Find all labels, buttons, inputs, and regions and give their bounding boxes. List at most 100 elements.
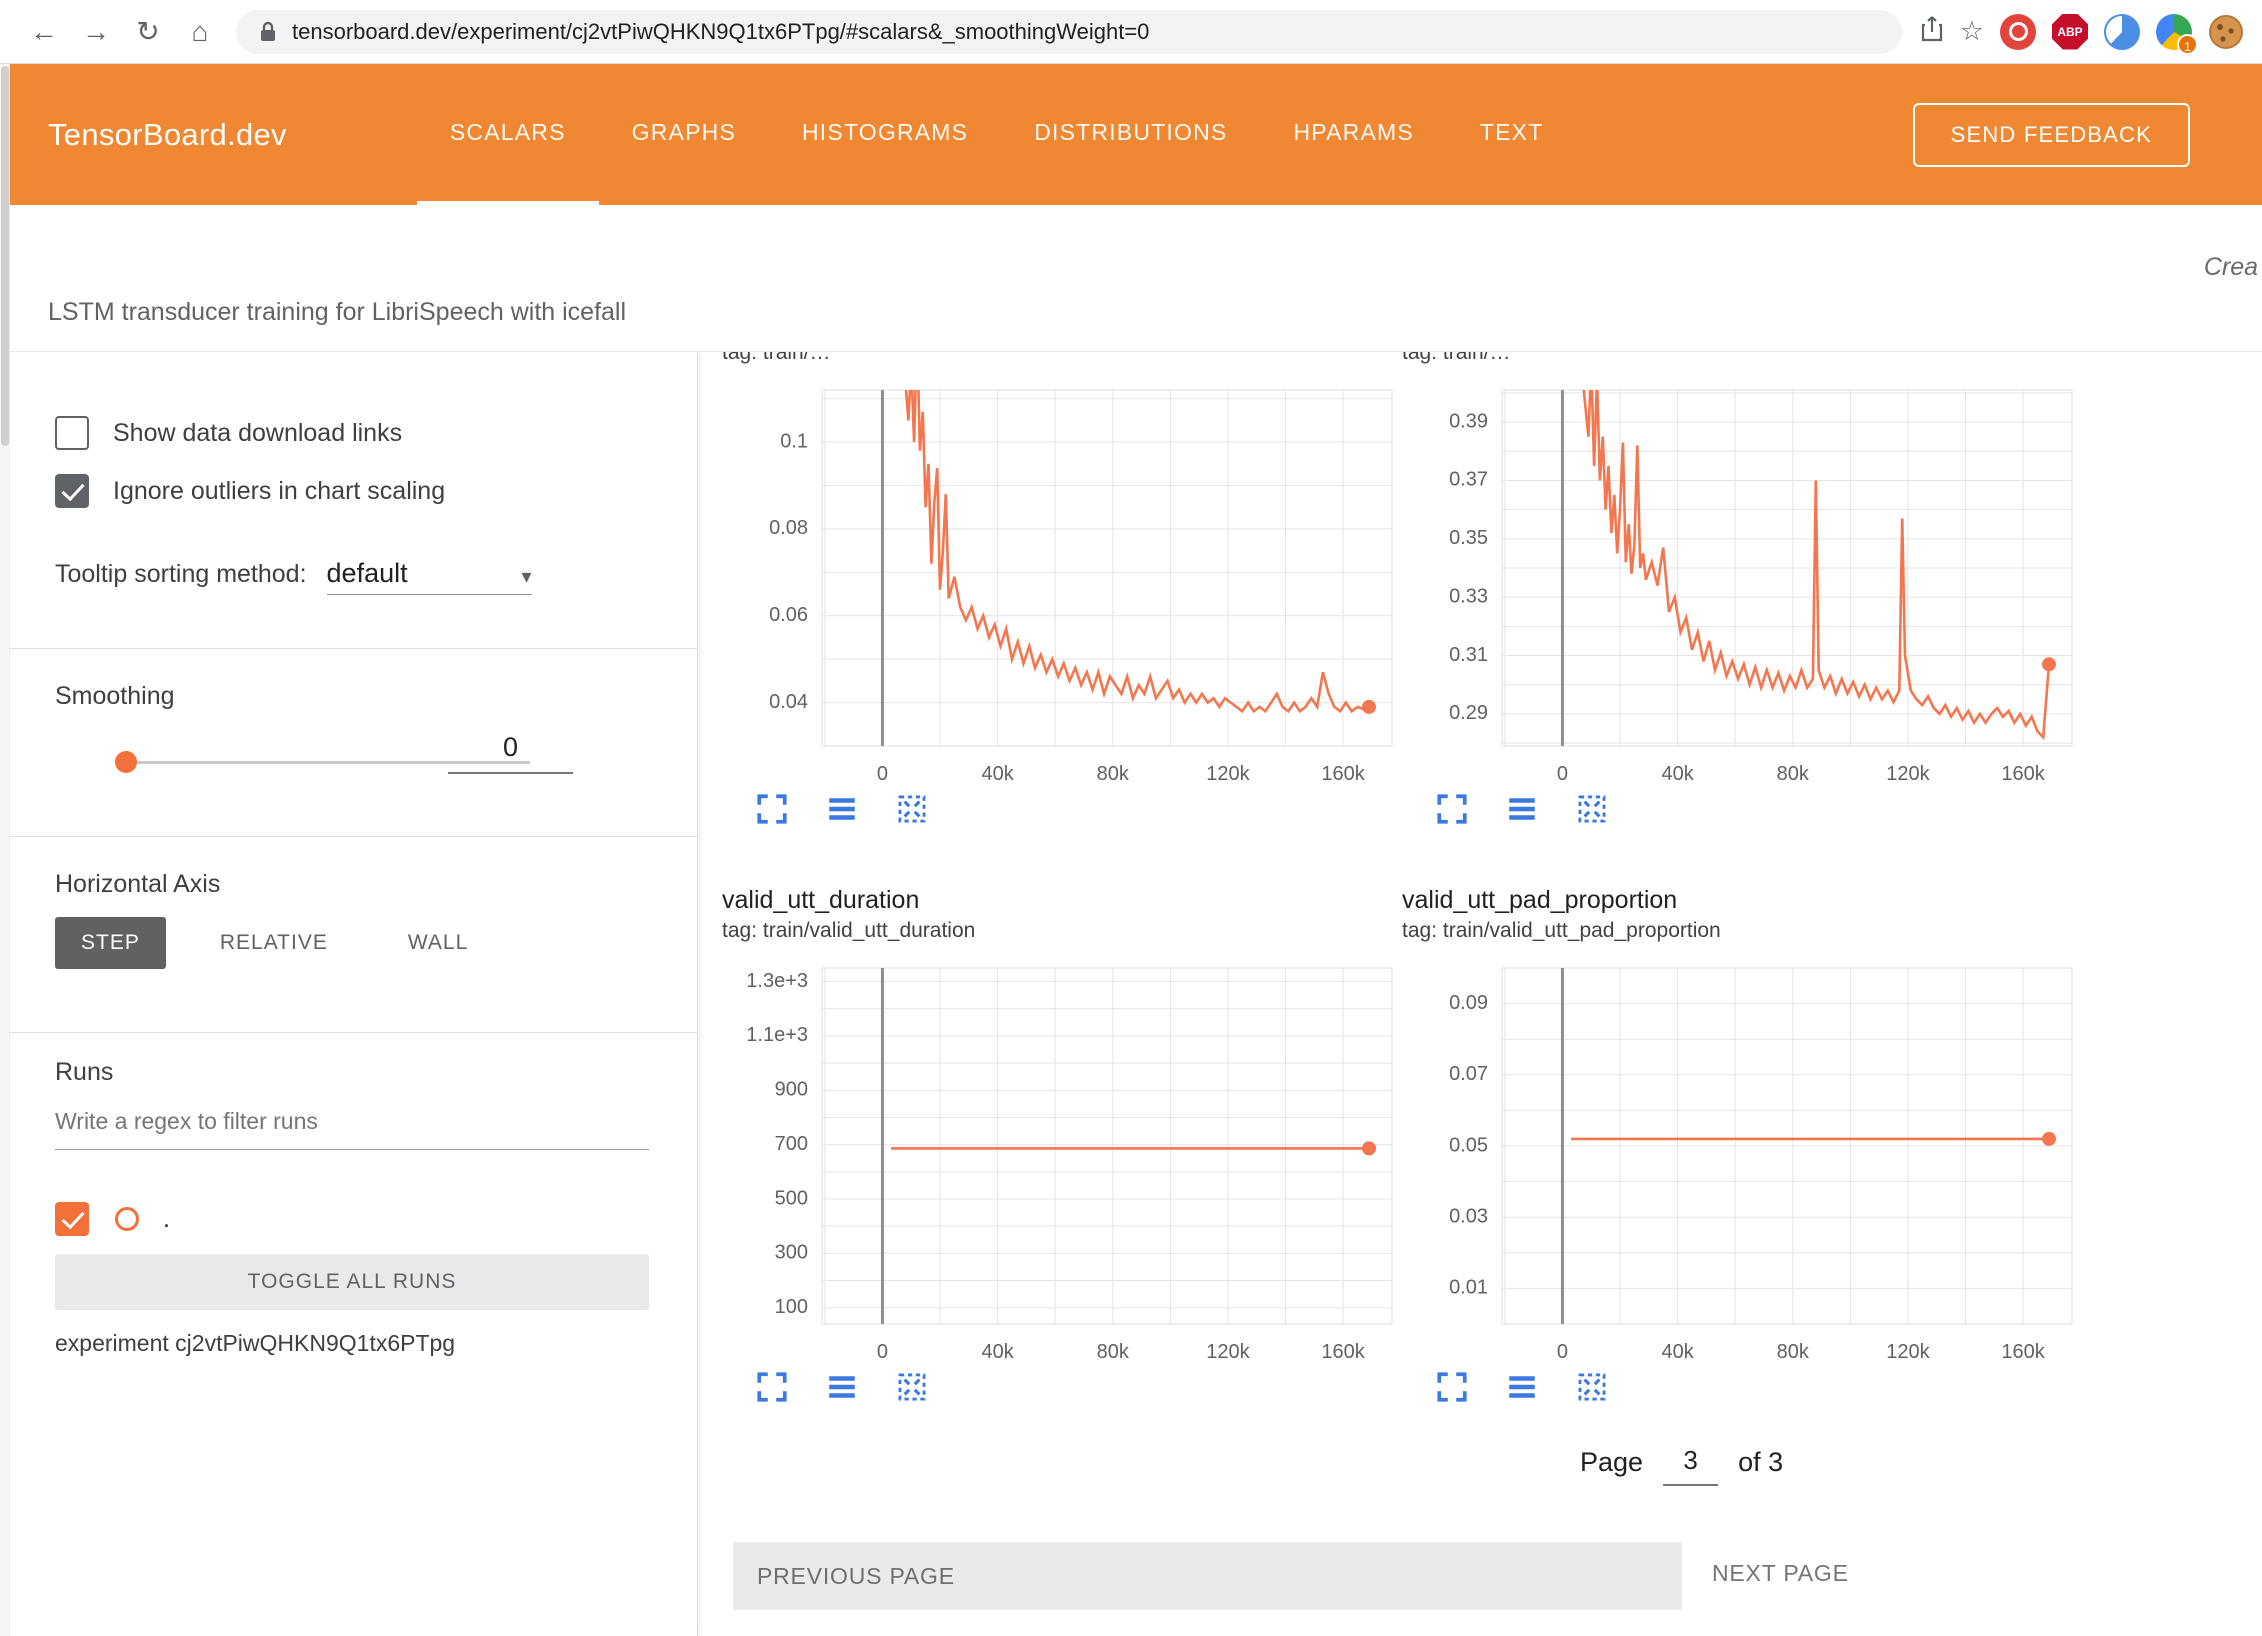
- run-checkbox[interactable]: [55, 1202, 89, 1236]
- line-chart[interactable]: 0.290.310.330.350.370.39040k80k120k160k: [1402, 370, 2092, 788]
- fit-domain-icon: [1575, 792, 1609, 826]
- svg-text:300: 300: [775, 1242, 808, 1264]
- svg-text:700: 700: [775, 1133, 808, 1155]
- fullscreen-button[interactable]: [755, 792, 789, 826]
- toggle-all-runs-row: TOGGLE ALL RUNS: [55, 1254, 649, 1310]
- smoothing-slider-thumb[interactable]: [115, 751, 137, 773]
- line-chart[interactable]: 0.010.030.050.070.09040k80k120k160k: [1402, 948, 2092, 1366]
- nav-tabs: SCALARS GRAPHS HISTOGRAMS DISTRIBUTIONS …: [417, 64, 1577, 205]
- chart-title: valid_utt_duration: [722, 884, 1412, 916]
- svg-text:80k: 80k: [1777, 763, 1810, 785]
- data-series-button[interactable]: [825, 792, 859, 826]
- svg-text:80k: 80k: [1777, 1341, 1810, 1363]
- extension-abp-icon[interactable]: ABP: [2052, 14, 2088, 50]
- chart-title: valid_utt_pad_proportion: [1402, 884, 2092, 916]
- fullscreen-button[interactable]: [1435, 792, 1469, 826]
- fit-domain-button[interactable]: [895, 792, 929, 826]
- tooltip-sorting-dropdown[interactable]: default ▾: [327, 558, 532, 595]
- line-chart[interactable]: 1003005007009001.1e+31.3e+3040k80k120k16…: [722, 948, 1412, 1366]
- tab-histograms[interactable]: HISTOGRAMS: [769, 64, 1001, 205]
- previous-page-button[interactable]: PREVIOUS PAGE: [733, 1542, 1682, 1610]
- scrollbar-thumb[interactable]: [1, 66, 9, 446]
- svg-text:40k: 40k: [1661, 763, 1694, 785]
- chart-toolbar: [1435, 792, 2092, 826]
- tab-distributions[interactable]: DISTRIBUTIONS: [1001, 64, 1260, 205]
- fit-domain-button[interactable]: [895, 1370, 929, 1404]
- ignore-outliers-label: Ignore outliers in chart scaling: [113, 477, 445, 506]
- data-series-button[interactable]: [1505, 792, 1539, 826]
- chart-tag: tag: train/…: [722, 352, 1412, 368]
- fit-domain-button[interactable]: [1575, 792, 1609, 826]
- show-download-checkbox[interactable]: [55, 416, 89, 450]
- ignore-outliers-row: Ignore outliers in chart scaling: [55, 474, 649, 508]
- chart-card-1: tag: train/… 0.040.060.080.1040k80k120k1…: [722, 352, 1412, 826]
- ignore-outliers-checkbox[interactable]: [55, 474, 89, 508]
- url-text: tensorboard.dev/experiment/cj2vtPiwQHKN9…: [292, 19, 1149, 45]
- next-page-button[interactable]: NEXT PAGE: [1712, 1560, 1849, 1587]
- svg-text:0.35: 0.35: [1449, 527, 1488, 549]
- toggle-all-runs-button[interactable]: TOGGLE ALL RUNS: [55, 1254, 649, 1310]
- svg-text:0.03: 0.03: [1449, 1205, 1488, 1227]
- chevron-down-icon: ▾: [521, 564, 531, 589]
- page-number-input[interactable]: [1663, 1445, 1718, 1486]
- tab-text[interactable]: TEXT: [1447, 64, 1577, 205]
- tooltip-sorting-value: default: [327, 558, 408, 589]
- bookmark-star-button[interactable]: ☆: [1960, 16, 1984, 47]
- chart-card-2: tag: train/… 0.290.310.330.350.370.39040…: [1402, 352, 2092, 826]
- data-series-icon: [1505, 792, 1539, 826]
- show-download-label: Show data download links: [113, 419, 402, 448]
- svg-text:40k: 40k: [981, 1341, 1014, 1363]
- send-feedback-button[interactable]: SEND FEEDBACK: [1913, 103, 2190, 167]
- cookie-icon[interactable]: [2208, 14, 2244, 50]
- data-series-icon: [1505, 1370, 1539, 1404]
- data-series-icon: [825, 792, 859, 826]
- fit-domain-icon: [1575, 1370, 1609, 1404]
- fullscreen-icon: [755, 792, 789, 826]
- fullscreen-button[interactable]: [755, 1370, 789, 1404]
- tab-graphs[interactable]: GRAPHS: [599, 64, 769, 205]
- chart-card-4: valid_utt_pad_proportion tag: train/vali…: [1402, 884, 2092, 1404]
- smoothing-label: Smoothing: [55, 682, 649, 711]
- svg-text:0: 0: [877, 1341, 888, 1363]
- page-scrollbar[interactable]: [0, 64, 10, 1636]
- tab-scalars[interactable]: SCALARS: [417, 64, 599, 205]
- runs-filter-input[interactable]: [55, 1108, 649, 1150]
- svg-text:0: 0: [1557, 1341, 1568, 1363]
- extension-red-icon[interactable]: [2000, 14, 2036, 50]
- share-button[interactable]: [1920, 14, 1944, 49]
- data-series-button[interactable]: [825, 1370, 859, 1404]
- profile-avatar[interactable]: 1: [2156, 14, 2192, 50]
- svg-text:120k: 120k: [1886, 1341, 1930, 1363]
- data-series-button[interactable]: [1505, 1370, 1539, 1404]
- avatar-badge: 1: [2177, 34, 2198, 55]
- svg-text:0.09: 0.09: [1449, 992, 1488, 1014]
- smoothing-slider-row: [55, 732, 649, 792]
- fullscreen-icon: [755, 1370, 789, 1404]
- line-chart[interactable]: 0.040.060.080.1040k80k120k160k: [722, 370, 1412, 788]
- charts-main: tag: train/… 0.040.060.080.1040k80k120k1…: [698, 352, 2262, 1636]
- reload-button[interactable]: ↻: [122, 9, 174, 55]
- extension-blue-icon[interactable]: [2104, 14, 2140, 50]
- axis-step-button[interactable]: STEP: [55, 917, 166, 969]
- axis-relative-button[interactable]: RELATIVE: [194, 917, 354, 969]
- back-button[interactable]: ←: [18, 9, 70, 55]
- forward-button[interactable]: →: [70, 9, 122, 55]
- experiment-id: experiment cj2vtPiwQHKN9Q1tx6PTpg: [55, 1330, 649, 1357]
- fullscreen-button[interactable]: [1435, 1370, 1469, 1404]
- smoothing-value-input[interactable]: [448, 732, 573, 774]
- chart-toolbar: [755, 792, 1412, 826]
- tab-hparams[interactable]: HPARAMS: [1260, 64, 1446, 205]
- url-bar[interactable]: tensorboard.dev/experiment/cj2vtPiwQHKN9…: [236, 10, 1902, 54]
- svg-text:0.37: 0.37: [1449, 469, 1488, 491]
- home-button[interactable]: ⌂: [174, 9, 226, 55]
- axis-wall-button[interactable]: WALL: [382, 917, 494, 969]
- chart-card-3: valid_utt_duration tag: train/valid_utt_…: [722, 884, 1412, 1404]
- page-label: Page: [1580, 1447, 1643, 1486]
- svg-text:160k: 160k: [1321, 1341, 1365, 1363]
- fit-domain-icon: [895, 1370, 929, 1404]
- fit-domain-button[interactable]: [1575, 1370, 1609, 1404]
- divider: [10, 1032, 697, 1033]
- svg-text:0.06: 0.06: [769, 604, 808, 626]
- chart-tag: tag: train/…: [1402, 352, 2092, 368]
- svg-text:0.31: 0.31: [1449, 644, 1488, 666]
